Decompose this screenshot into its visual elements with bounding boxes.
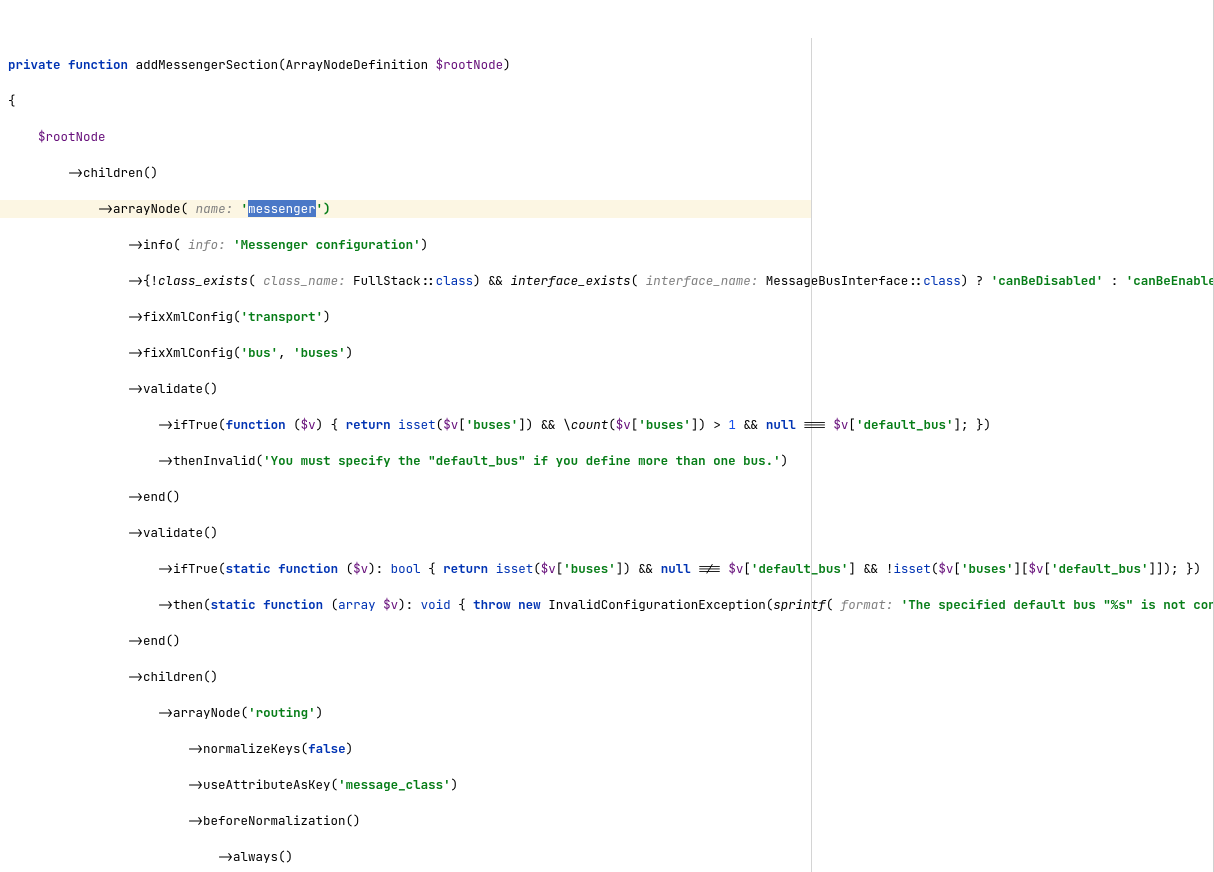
- code-line: $rootNode: [0, 128, 811, 146]
- code-line: ->thenInvalid('You must specify the "def…: [0, 452, 811, 470]
- code-line: ->fixXmlConfig('bus', 'buses'): [0, 344, 811, 362]
- code-line: ->info( info: 'Messenger configuration'): [0, 236, 811, 254]
- code-line: ->then(static function (array $v): void …: [0, 596, 811, 614]
- code-line: ->useAttributeAsKey('message_class'): [0, 776, 811, 794]
- code-line: ->end(): [0, 488, 811, 506]
- code-line: ->beforeNormalization(): [0, 812, 811, 830]
- code-line: ->always(): [0, 848, 811, 866]
- editor-viewport: private function addMessengerSection(Arr…: [0, 38, 812, 872]
- code-line: ->ifTrue(static function ($v): bool { re…: [0, 560, 811, 578]
- code-line: ->{!class_exists( class_name: FullStack:…: [0, 272, 811, 290]
- code-line: ->end(): [0, 632, 811, 650]
- code-editor[interactable]: private function addMessengerSection(Arr…: [0, 0, 1214, 872]
- code-line-highlighted: ->arrayNode( name: 'messenger'): [0, 200, 811, 218]
- text-selection: messenger: [248, 200, 316, 217]
- code-line: ->arrayNode('routing'): [0, 704, 811, 722]
- code-line: {: [0, 92, 811, 110]
- code-line: ->ifTrue(function ($v) { return isset($v…: [0, 416, 811, 434]
- code-line: ->validate(): [0, 524, 811, 542]
- code-line: ->children(): [0, 164, 811, 182]
- code-line: ->normalizeKeys(false): [0, 740, 811, 758]
- code-line: ->validate(): [0, 380, 811, 398]
- code-line: ->fixXmlConfig('transport'): [0, 308, 811, 326]
- code-line: ->children(): [0, 668, 811, 686]
- code-line: private function addMessengerSection(Arr…: [0, 56, 811, 74]
